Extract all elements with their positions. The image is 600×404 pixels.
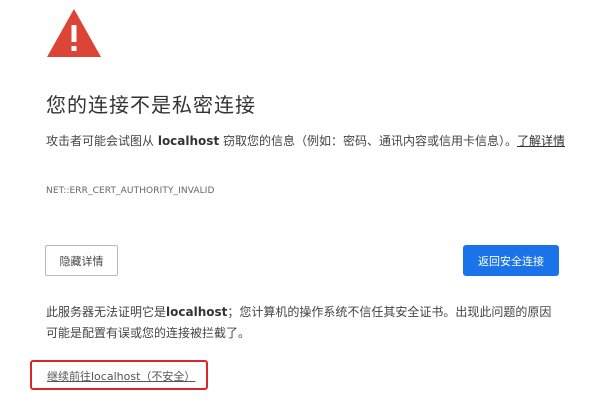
warning-triangle-icon <box>47 9 101 57</box>
proceed-unsafe-link[interactable]: 继续前往localhost（不安全） <box>47 368 195 384</box>
description-suffix: 窃取您的信息（例如：密码、通讯内容或信用卡信息）。 <box>219 134 518 148</box>
exclamation-bar <box>71 25 77 42</box>
certificate-details-text: 此服务器无法证明它是localhost；您计算机的操作系统不信任其安全证书。出现… <box>46 302 561 344</box>
details-prefix: 此服务器无法证明它是 <box>46 305 167 319</box>
back-to-safety-button[interactable]: 返回安全连接 <box>463 245 559 276</box>
description-prefix: 攻击者可能会试图从 <box>46 134 158 148</box>
attack-description: 攻击者可能会试图从 localhost 窃取您的信息（例如：密码、通讯内容或信用… <box>46 131 566 152</box>
hide-details-button[interactable]: 隐藏详情 <box>45 245 118 276</box>
description-host: localhost <box>157 134 220 148</box>
details-host: localhost <box>166 305 228 319</box>
error-code: NET::ERR_CERT_AUTHORITY_INVALID <box>46 186 215 196</box>
exclamation-dot <box>71 46 77 51</box>
learn-more-link[interactable]: 了解详情 <box>517 134 565 148</box>
page-title: 您的连接不是私密连接 <box>46 93 256 117</box>
